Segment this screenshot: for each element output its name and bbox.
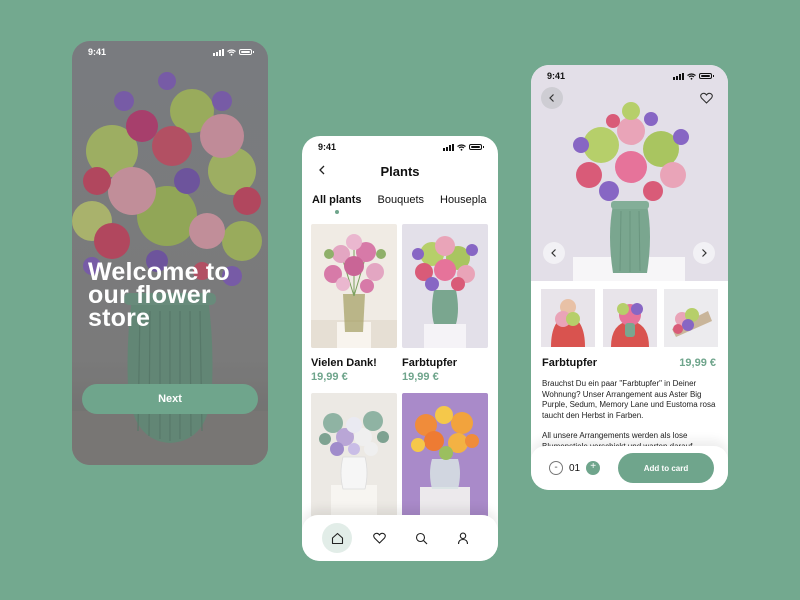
nav-home[interactable]: [322, 523, 352, 553]
chevron-left-icon: [551, 249, 556, 257]
product-name: Farbtupfer: [402, 357, 457, 369]
thumbnail-image[interactable]: [603, 289, 657, 347]
signal-icon: [213, 48, 224, 56]
nav-profile[interactable]: [448, 523, 478, 553]
status-time: 9:41: [318, 142, 337, 152]
quantity-decrease-button[interactable]: -: [549, 461, 563, 475]
quantity-value: 01: [569, 462, 581, 474]
welcome-screen: 9:41 Welcome to our flower store Next: [72, 41, 268, 465]
status-bar: 9:41: [302, 136, 498, 158]
heart-icon: [372, 532, 386, 544]
welcome-headline: Welcome to our flower store: [88, 258, 230, 332]
heart-icon: [699, 92, 713, 104]
next-button[interactable]: Next: [82, 384, 258, 414]
product-card[interactable]: [311, 393, 397, 526]
tab-all-plants[interactable]: All plants: [312, 194, 362, 214]
signal-icon: [443, 143, 454, 151]
tab-houseplants[interactable]: Housepla: [440, 194, 486, 206]
prev-image-button[interactable]: [543, 242, 565, 264]
wifi-icon: [457, 143, 466, 151]
product-card[interactable]: [402, 393, 488, 526]
product-name: Farbtupfer: [542, 357, 597, 369]
thumbnail-image[interactable]: [664, 289, 718, 347]
wifi-icon: [227, 48, 236, 56]
product-image: [402, 224, 488, 348]
product-price: 19,99 €: [679, 357, 716, 369]
product-card[interactable]: Farbtupfer 19,99 €: [402, 224, 488, 383]
battery-icon: [699, 73, 714, 79]
next-image-button[interactable]: [693, 242, 715, 264]
tab-bouquets[interactable]: Bouquets: [378, 194, 424, 206]
bottom-nav: [302, 515, 498, 561]
page-title: Plants: [380, 163, 420, 179]
add-to-cart-button[interactable]: Add to card: [618, 453, 714, 483]
home-icon: [331, 532, 343, 544]
battery-icon: [469, 144, 484, 150]
product-image: [311, 393, 397, 517]
back-button[interactable]: [314, 162, 330, 178]
search-icon: [415, 532, 427, 544]
product-image: [402, 393, 488, 517]
chevron-left-icon: [319, 165, 325, 175]
product-price: 19,99 €: [402, 371, 439, 383]
product-card[interactable]: Vielen Dank! 19,99 €: [311, 224, 397, 383]
description-paragraph: Brauchst Du ein paar "Farbtupfer" in Dei…: [542, 379, 716, 420]
back-button[interactable]: [541, 87, 563, 109]
product-description: Brauchst Du ein paar "Farbtupfer" in Dei…: [542, 379, 718, 452]
cart-bar: - 01 + Add to card: [531, 446, 728, 490]
category-tabs: All plants Bouquets Housepla: [312, 194, 486, 214]
status-bar: 9:41: [72, 41, 268, 63]
nav-search[interactable]: [406, 523, 436, 553]
status-bar: 9:41: [531, 65, 728, 87]
user-icon: [457, 532, 469, 544]
favorite-button[interactable]: [695, 87, 717, 109]
product-image: [311, 224, 397, 348]
status-time: 9:41: [88, 47, 107, 57]
chevron-left-icon: [549, 94, 554, 102]
battery-icon: [239, 49, 254, 55]
wifi-icon: [687, 72, 696, 80]
thumbnail-image[interactable]: [541, 289, 595, 347]
product-name: Vielen Dank!: [311, 357, 377, 369]
chevron-right-icon: [702, 249, 707, 257]
product-price: 19,99 €: [311, 371, 348, 383]
status-time: 9:41: [547, 71, 566, 81]
plants-header: Plants: [302, 158, 498, 184]
product-detail-screen: 9:41 Farbtupfer 19,99 € Brauchst Du ein …: [531, 65, 728, 490]
plants-screen: 9:41 Plants All plants Bouquets Housepla: [302, 136, 498, 561]
signal-icon: [673, 72, 684, 80]
quantity-increase-button[interactable]: +: [586, 461, 601, 475]
nav-favorites[interactable]: [364, 523, 394, 553]
